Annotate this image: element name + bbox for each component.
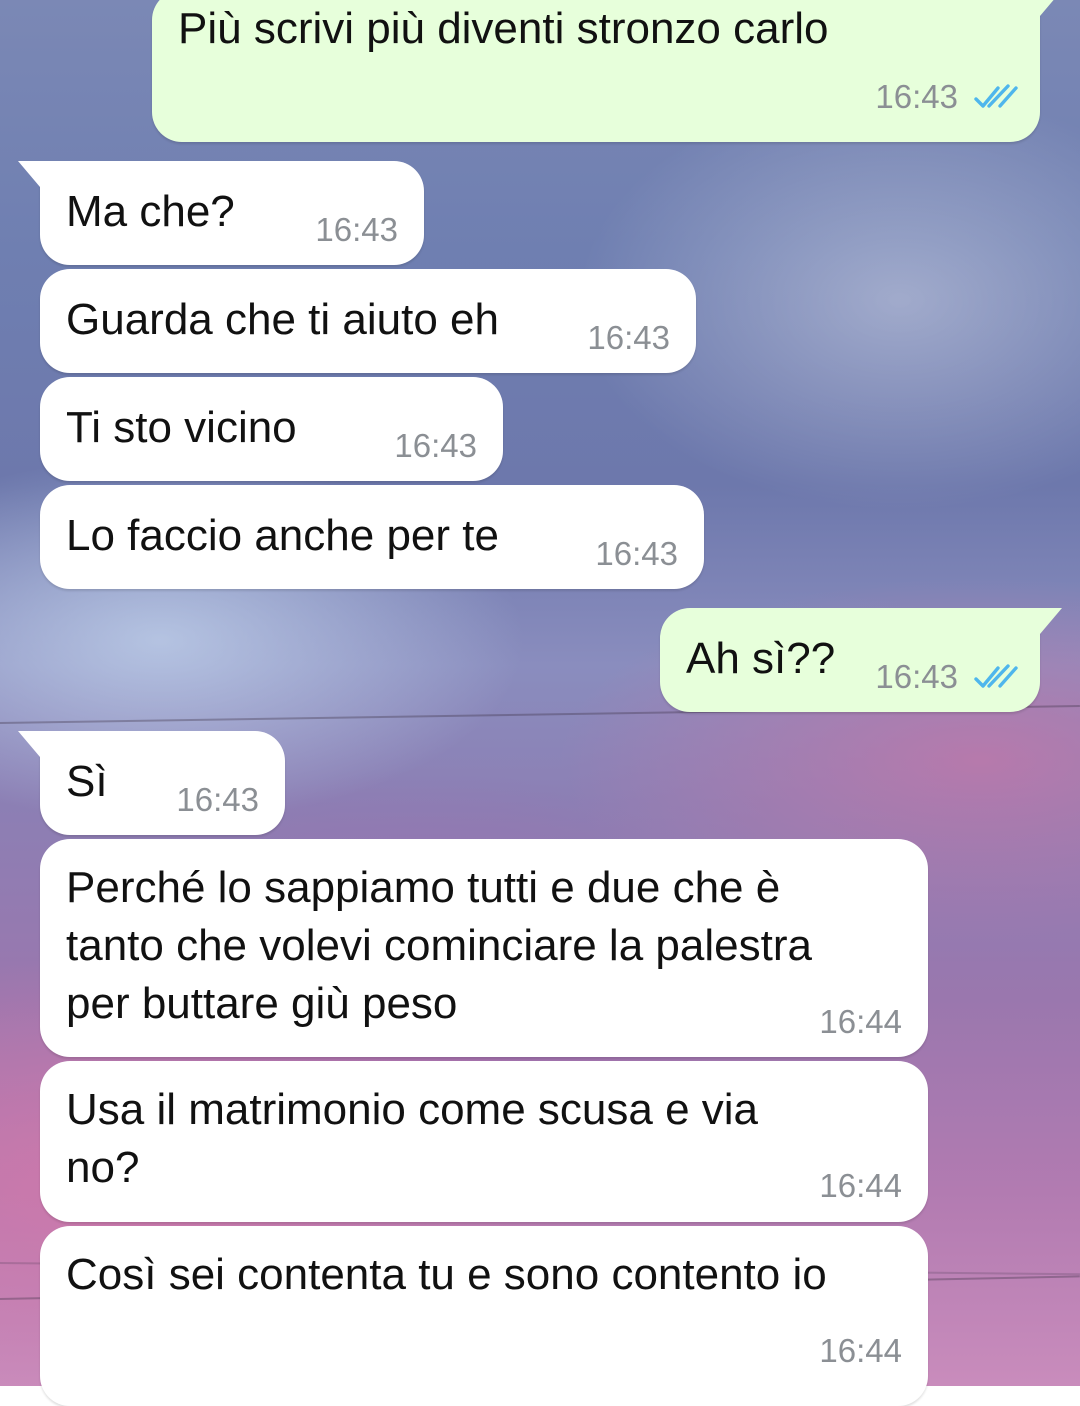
double-check-read-icon <box>974 664 1018 688</box>
message-text: Lo faccio anche per te <box>66 511 499 560</box>
incoming-message[interactable]: Lo faccio anche per te 16:43 <box>40 485 704 589</box>
double-check-read-icon <box>974 84 1018 108</box>
message-time: 16:44 <box>819 1003 902 1040</box>
message-text: Perché lo sappiamo tutti e due che è tan… <box>66 863 812 1028</box>
message-text: Più scrivi più diventi stronzo carlo <box>178 4 829 53</box>
message-time: 16:43 <box>875 78 958 115</box>
incoming-message[interactable]: Guarda che ti aiuto eh 16:43 <box>40 269 696 373</box>
message-time: 16:43 <box>875 658 958 695</box>
incoming-message[interactable]: Sì 16:43 <box>18 731 285 835</box>
message-text: Ma che? <box>66 187 235 236</box>
message-time: 16:43 <box>587 319 670 356</box>
message-time: 16:44 <box>819 1167 902 1204</box>
incoming-message[interactable]: Così sei contenta tu e sono contento io … <box>40 1226 928 1406</box>
incoming-message[interactable]: Usa il matrimonio come scusa e via no? 1… <box>40 1061 928 1222</box>
message-text: Ti sto vicino <box>66 403 297 452</box>
message-time: 16:44 <box>819 1332 902 1369</box>
message-time: 16:43 <box>176 781 259 818</box>
incoming-message[interactable]: Ma che? 16:43 <box>18 161 424 265</box>
outgoing-message[interactable]: Ah sì?? 16:43 <box>660 608 1062 712</box>
message-text: Così sei contenta tu e sono contento io <box>66 1250 827 1299</box>
incoming-message[interactable]: Ti sto vicino 16:43 <box>40 377 503 481</box>
incoming-message[interactable]: Perché lo sappiamo tutti e due che è tan… <box>40 839 928 1057</box>
message-time: 16:43 <box>595 535 678 572</box>
message-text: Usa il matrimonio come scusa e via no? <box>66 1085 759 1192</box>
message-time: 16:43 <box>315 211 398 248</box>
message-time: 16:43 <box>394 427 477 464</box>
message-text: Sì <box>66 757 108 806</box>
message-text: Guarda che ti aiuto eh <box>66 295 499 344</box>
message-list[interactable]: Più scrivi più diventi stronzo carlo 16:… <box>0 0 1080 1406</box>
outgoing-message[interactable]: Più scrivi più diventi stronzo carlo 16:… <box>152 0 1062 142</box>
message-text: Ah sì?? <box>686 634 836 683</box>
